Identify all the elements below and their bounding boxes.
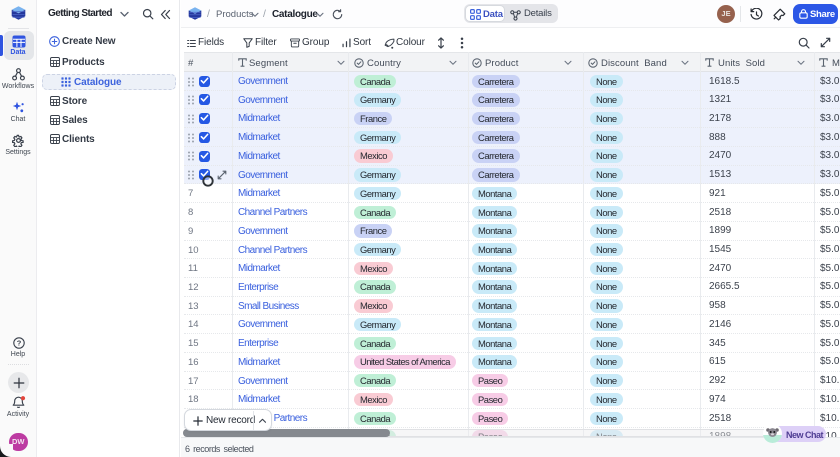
svg-text:?: ? <box>17 339 22 348</box>
